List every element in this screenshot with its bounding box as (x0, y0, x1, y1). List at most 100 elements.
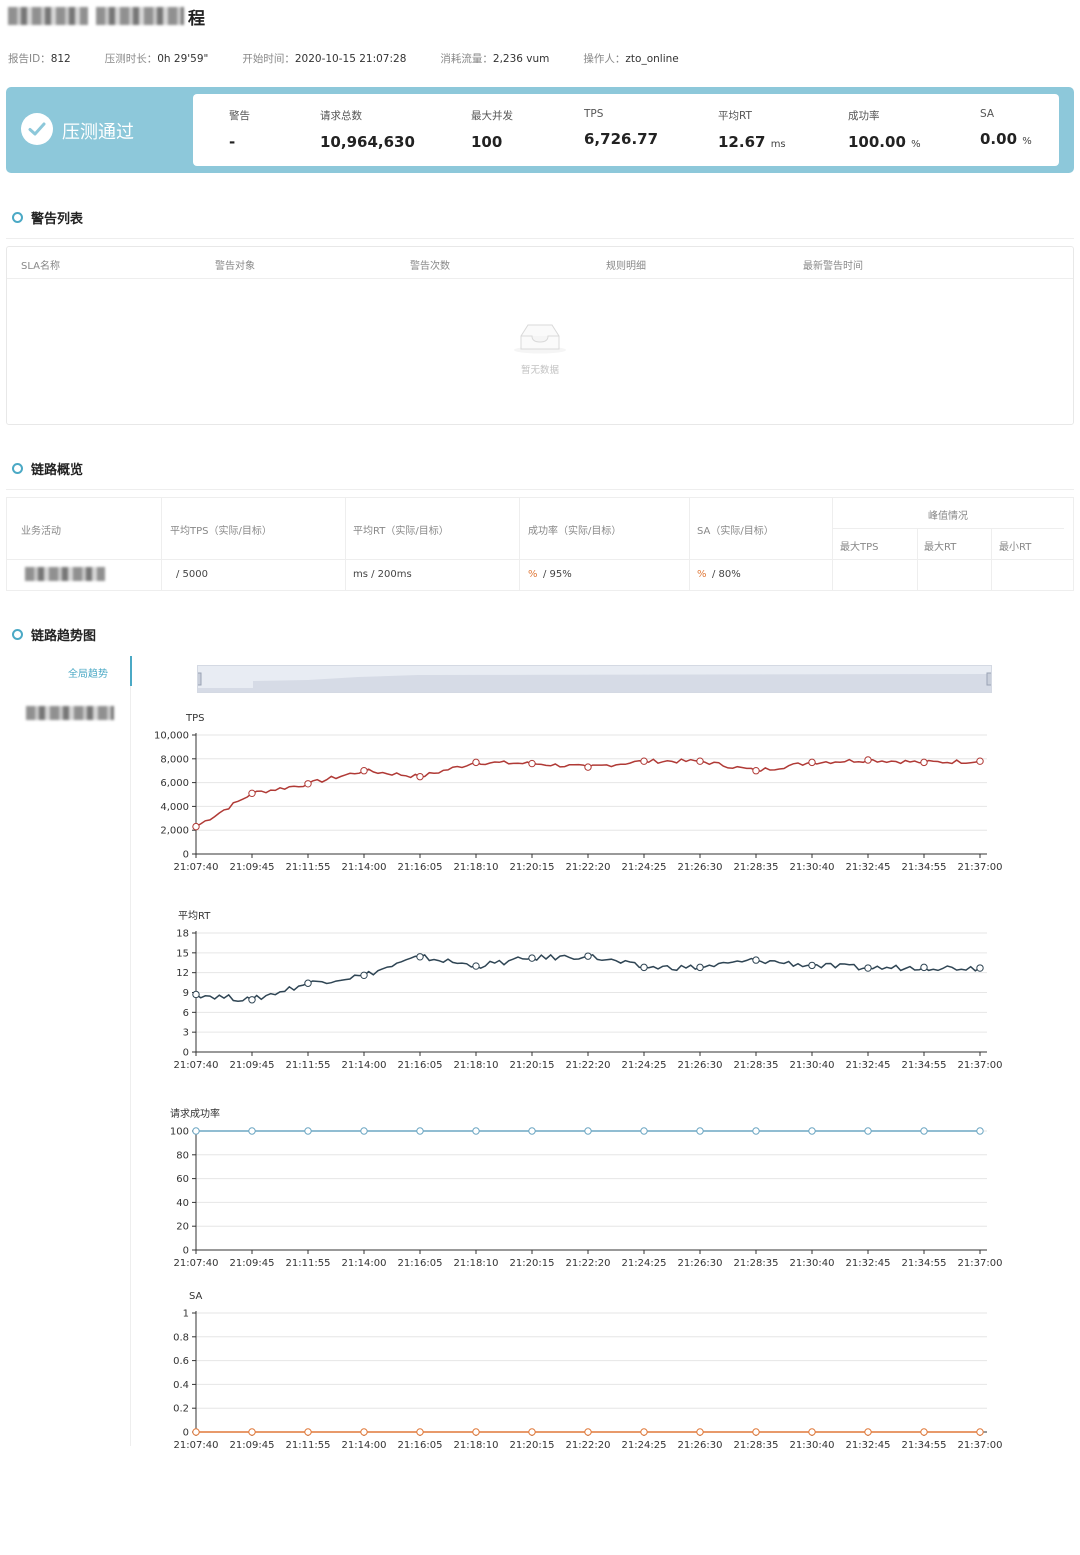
col-min-rt: 最小RT (999, 542, 1032, 553)
data-point (416, 772, 424, 781)
x-tick-label: 21:37:00 (958, 1060, 1003, 1071)
data-point (864, 1127, 872, 1135)
data-point (920, 963, 928, 972)
y-tick-label: 60 (176, 1174, 189, 1185)
data-point (920, 758, 928, 767)
data-point (808, 961, 816, 970)
x-tick-label: 21:07:40 (174, 1060, 219, 1071)
data-point (752, 956, 760, 964)
meta-operator: 操作人：zto_online (583, 53, 679, 65)
x-tick-label: 21:37:00 (958, 862, 1003, 873)
data-point (304, 1127, 312, 1135)
x-tick-label: 21:24:25 (622, 1060, 667, 1071)
x-tick-label: 21:22:20 (566, 1258, 611, 1269)
data-point (192, 1428, 200, 1436)
data-point (472, 1428, 480, 1436)
title-suffix: 程 (188, 8, 205, 29)
data-point (976, 757, 984, 765)
data-point (752, 1428, 760, 1436)
x-tick-label: 21:09:45 (230, 862, 275, 873)
empty-state: 暂无数据 (7, 322, 1073, 376)
col-sla-name: SLA名称 (21, 261, 60, 272)
x-tick-label: 21:09:45 (230, 1060, 275, 1071)
x-tick-label: 21:18:10 (454, 862, 499, 873)
stat-avg-rt: 平均RT 12.67 ms (718, 110, 786, 151)
divider (6, 238, 1074, 239)
report-title: 程 (8, 4, 205, 29)
section-dot-icon (12, 463, 23, 474)
row-rt: ms / 200ms (353, 569, 412, 580)
x-tick-label: 21:18:10 (454, 1060, 499, 1071)
y-tick-label: 0 (183, 1428, 189, 1439)
col-latest-alert-time: 最新警告时间 (803, 261, 863, 272)
x-tick-label: 21:34:55 (902, 862, 947, 873)
data-point (864, 756, 872, 764)
col-alert-target: 警告对象 (215, 261, 255, 272)
x-tick-label: 21:11:55 (286, 1258, 331, 1269)
test-status: 压测通过 (62, 122, 134, 143)
redacted-title (8, 7, 88, 25)
y-tick-label: 4,000 (160, 802, 189, 813)
x-tick-label: 21:37:00 (958, 1258, 1003, 1269)
col-success-rate: 成功率（实际/目标） (528, 526, 622, 537)
slider-handle-right[interactable] (986, 672, 993, 686)
chart-title: 请求成功率 (170, 1107, 220, 1120)
x-tick-label: 21:20:15 (510, 1440, 555, 1451)
y-tick-label: 15 (176, 948, 189, 959)
data-point (976, 1428, 984, 1436)
zoom-slider[interactable] (195, 665, 993, 693)
x-tick-label: 21:24:25 (622, 1440, 667, 1451)
y-tick-label: 0 (183, 1246, 189, 1257)
tab-global-trend[interactable]: 全局趋势 (6, 656, 132, 686)
chart-title: TPS (185, 713, 205, 724)
y-tick-label: 18 (176, 929, 189, 940)
slider-handle-left[interactable] (195, 672, 202, 686)
data-point (192, 990, 200, 999)
col-alert-count: 警告次数 (410, 261, 450, 272)
x-tick-label: 21:16:05 (398, 1060, 443, 1071)
x-tick-label: 21:24:25 (622, 862, 667, 873)
check-circle-icon (21, 113, 53, 145)
col-max-tps: 最大TPS (840, 542, 879, 553)
x-tick-label: 21:32:45 (846, 1440, 891, 1451)
data-point (920, 1428, 928, 1436)
col-max-rt: 最大RT (924, 542, 957, 553)
data-point (864, 1428, 872, 1436)
data-point (752, 767, 760, 775)
x-tick-label: 21:34:55 (902, 1440, 947, 1451)
x-tick-label: 21:34:55 (902, 1258, 947, 1269)
chart-avg-rt: 平均RT 0 3 6 9 12 15 18 21:07:40 21:09:45 21:11:55 21… (174, 910, 1003, 1071)
y-tick-label: 0.6 (173, 1356, 189, 1367)
zoom-slider-preview (195, 672, 993, 692)
x-tick-label: 21:26:30 (678, 1440, 723, 1451)
data-point (192, 1127, 200, 1135)
x-tick-label: 21:30:40 (790, 1060, 835, 1071)
x-tick-label: 21:20:15 (510, 1060, 555, 1071)
y-tick-label: 8,000 (160, 754, 189, 765)
data-point (584, 1428, 592, 1436)
data-point (528, 954, 536, 962)
x-tick-label: 21:37:00 (958, 1440, 1003, 1451)
trend-tabs: 全局趋势 (6, 656, 132, 1446)
stat-max-concurrency: 最大并发 100 (471, 110, 513, 151)
data-point (808, 1428, 816, 1436)
col-sa: SA（实际/目标） (697, 526, 774, 537)
row-success-unit: % (528, 569, 538, 580)
stats-panel: 警告 - 请求总数 10,964,630 最大并发 100 TPS 6,726.77 平… (193, 94, 1059, 166)
x-tick-label: 21:22:20 (566, 1440, 611, 1451)
data-point (584, 952, 592, 960)
meta-traffic: 消耗流量：2,236 vum (440, 53, 550, 65)
data-point (248, 1428, 256, 1436)
data-point (808, 758, 816, 767)
col-rule-detail: 规则明细 (606, 261, 646, 272)
redacted-tab[interactable] (26, 706, 114, 720)
y-tick-label: 100 (170, 1127, 189, 1138)
y-tick-label: 3 (183, 1028, 189, 1039)
y-tick-label: 40 (176, 1198, 189, 1209)
data-point (696, 1127, 704, 1135)
section-alerts: 警告列表 (12, 208, 83, 227)
chart-success-rate: 请求成功率 0 20 40 60 80 100 21:07:40 21:09:45 21:11:5… (170, 1107, 1003, 1269)
x-tick-label: 21:09:45 (230, 1440, 275, 1451)
x-tick-label: 21:22:20 (566, 1060, 611, 1071)
stat-warning: 警告 - (229, 110, 250, 151)
